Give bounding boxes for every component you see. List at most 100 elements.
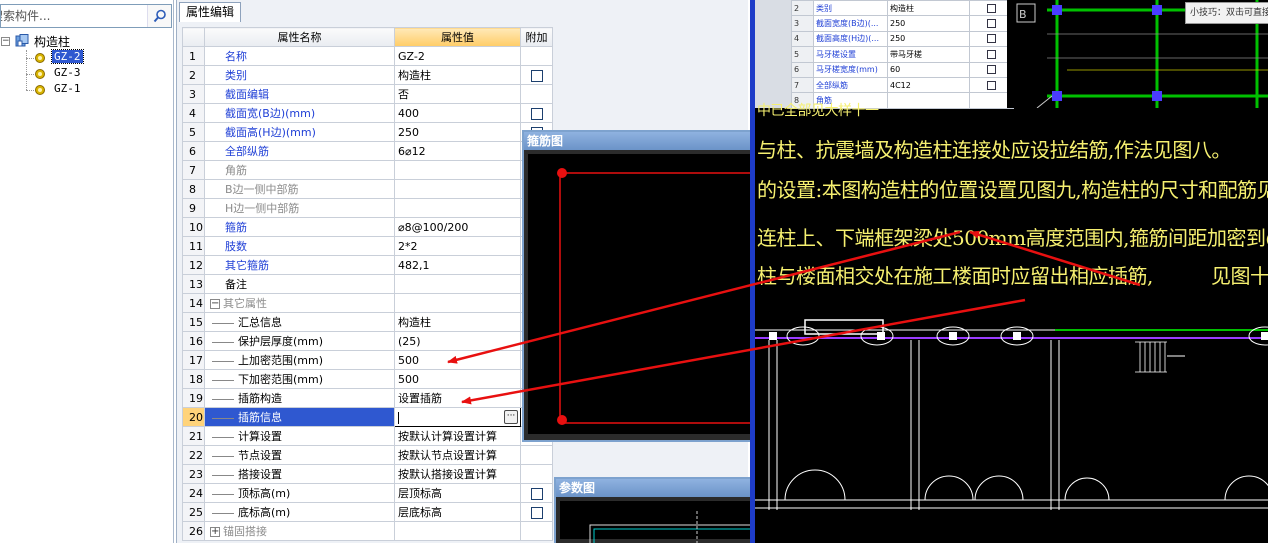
property-value-cell[interactable] [394,274,521,294]
property-row[interactable]: 17 上加密范围(mm) 500 [182,350,553,370]
property-value-cell[interactable]: 400 [394,103,521,123]
property-value-cell[interactable]: ⌀8@100/200 [394,217,521,237]
property-row[interactable]: 21 计算设置 按默认计算设置计算 [182,426,553,446]
property-value-cell[interactable]: 250 [394,122,521,142]
property-name-cell[interactable]: 上加密范围(mm) [204,350,395,370]
property-value-cell[interactable]: 6⌀12 [394,141,521,161]
property-name-cell[interactable]: 全部纵筋 [204,141,395,161]
property-value-cell[interactable]: 层顶标高 [394,483,521,503]
property-value-cell[interactable]: 500 [394,350,521,370]
property-value-cell[interactable]: 构造柱 [394,65,521,85]
property-value-cell[interactable]: 2*2 [394,236,521,256]
gear-icon [35,85,45,95]
property-row[interactable]: 26 + 锚固搭接 [182,521,553,541]
tree-item-gz-2[interactable]: GZ-2 [51,49,84,64]
parameter-window-title[interactable]: 参数图 [556,479,750,497]
property-row[interactable]: 13 备注 [182,274,553,294]
parameter-preview-window[interactable]: 参数图 [554,477,761,543]
property-row[interactable]: 8 B边一侧中部筋 [182,179,553,199]
tab-property-edit[interactable]: 属性编辑 [179,2,241,22]
property-name-cell[interactable]: 插筋构造 [204,388,395,408]
property-name-cell[interactable]: 箍筋 [204,217,395,237]
extra-checkbox[interactable] [530,69,543,82]
property-name-cell[interactable]: 其它箍筋 [204,255,395,275]
property-name-cell[interactable]: 截面高(H边)(mm) [204,122,395,142]
property-value-cell[interactable] [394,160,521,180]
search-box[interactable] [0,4,172,28]
property-value-cell[interactable]: (25) [394,331,521,351]
property-name-cell[interactable]: 名称 [204,46,395,66]
property-value-cell[interactable]: 482,1 [394,255,521,275]
property-row[interactable]: 19 插筋构造 设置插筋 [182,388,553,408]
property-value-cell[interactable]: 按默认节点设置计算 [394,445,521,465]
stirrup-window-title[interactable]: 箍筋图 [524,132,750,150]
property-value-cell[interactable] [394,179,521,199]
property-name-cell[interactable]: H边一侧中部筋 [204,198,395,218]
property-value-cell[interactable]: 构造柱 [394,312,521,332]
property-value-cell[interactable] [394,521,521,541]
property-row[interactable]: 18 下加密范围(mm) 500 [182,369,553,389]
property-name-cell[interactable]: 角筋 [204,160,395,180]
property-name-cell[interactable]: 类别 [204,65,395,85]
property-value-cell[interactable]: 设置插筋 [394,388,521,408]
property-name-cell[interactable]: 插筋信息 [204,407,395,427]
property-value-cell[interactable]: 层底标高 [394,502,521,522]
property-row[interactable]: 7 角筋 [182,160,553,180]
property-row[interactable]: 14− 其它属性 [182,293,553,313]
property-value-cell[interactable]: 否 [394,84,521,104]
expand-icon[interactable]: + [210,527,220,537]
property-value-cell[interactable]: 500 [394,369,521,389]
property-name-cell[interactable]: + 锚固搭接 [204,521,395,541]
property-row[interactable]: 24 顶标高(m) 层顶标高 [182,483,553,503]
property-name-cell[interactable]: 肢数 [204,236,395,256]
property-name-cell[interactable]: 截面编辑 [204,84,395,104]
property-row[interactable]: 4 截面宽(B边)(mm) 400 [182,103,553,123]
property-name-cell[interactable]: 节点设置 [204,445,395,465]
ellipsis-button[interactable]: ··· [504,410,518,424]
property-row[interactable]: 10 箍筋 ⌀8@100/200 [182,217,553,237]
search-button[interactable] [147,5,171,27]
search-input[interactable] [1,5,147,27]
extra-checkbox[interactable] [530,506,543,519]
property-value-cell[interactable]: 按默认计算设置计算 [394,426,521,446]
property-row[interactable]: 2 类别 构造柱 [182,65,553,85]
property-name-cell[interactable]: B边一侧中部筋 [204,179,395,199]
property-row[interactable]: 9 H边一侧中部筋 [182,198,553,218]
tree-item-gz-3[interactable]: GZ-3 [52,66,83,79]
property-name-cell[interactable]: 下加密范围(mm) [204,369,395,389]
property-row[interactable]: 11 肢数 2*2 [182,236,553,256]
property-row[interactable]: 15 汇总信息 构造柱 [182,312,553,332]
property-value-cell[interactable]: 按默认搭接设置计算 [394,464,521,484]
stirrup-preview-window[interactable]: 箍筋图 [522,130,771,442]
property-name-cell[interactable]: 计算设置 [204,426,395,446]
property-name-cell[interactable]: − 其它属性 [204,293,395,313]
extra-checkbox[interactable] [530,487,543,500]
property-row[interactable]: 3 截面编辑 否 [182,84,553,104]
property-value-cell[interactable]: GZ-2 [394,46,521,66]
property-name-cell[interactable]: 底标高(m) [204,502,395,522]
property-row[interactable]: 6 全部纵筋 6⌀12 [182,141,553,161]
property-name-cell[interactable]: 汇总信息 [204,312,395,332]
tree-item-gz-1[interactable]: GZ-1 [52,82,83,95]
property-row[interactable]: 5 截面高(H边)(mm) 250 [182,122,553,142]
property-row[interactable]: 20 插筋信息 ··· [182,407,553,427]
property-row[interactable]: 25 底标高(m) 层底标高 [182,502,553,522]
property-name-cell[interactable]: 备注 [204,274,395,294]
property-name-cell[interactable]: 保护层厚度(mm) [204,331,395,351]
property-row[interactable]: 23 搭接设置 按默认搭接设置计算 [182,464,553,484]
property-value-cell[interactable] [394,293,521,313]
property-name-cell[interactable]: 搭接设置 [204,464,395,484]
property-value-cell[interactable] [394,198,521,218]
property-name-cell[interactable]: 顶标高(m) [204,483,395,503]
tree-collapse-toggle[interactable]: − [1,37,10,46]
property-row[interactable]: 1 名称 GZ-2 [182,46,553,66]
property-row[interactable]: 22 节点设置 按默认节点设置计算 [182,445,553,465]
tree-root-label[interactable]: 构造柱 [34,34,70,50]
collapse-icon[interactable]: − [210,299,220,309]
property-name-cell[interactable]: 截面宽(B边)(mm) [204,103,395,123]
property-value-cell[interactable]: ··· [394,407,521,427]
property-row[interactable]: 16 保护层厚度(mm) (25) [182,331,553,351]
property-row[interactable]: 12 其它箍筋 482,1 [182,255,553,275]
extra-checkbox[interactable] [530,107,543,120]
cad-drawing-area[interactable]: 2 类别 构造柱 3 截面宽度(B边)(... 250 4 截面高度(H边)(... 250 5 马… [750,0,1268,543]
